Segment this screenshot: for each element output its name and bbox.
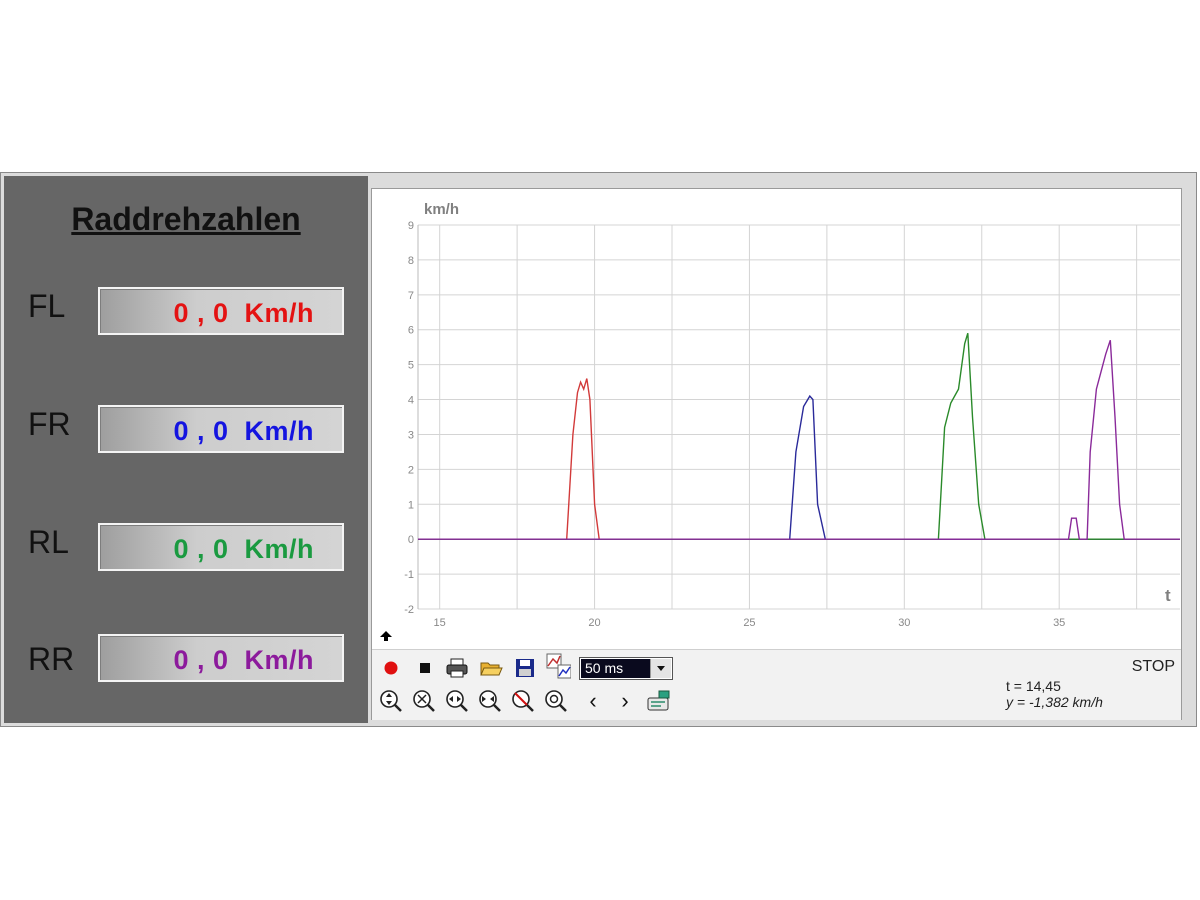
series-line-4 (418, 339, 1180, 540)
x-axis-label: t (1165, 586, 1171, 605)
wheel-display-fl: 0 , 0 Km/h (98, 287, 344, 335)
zoom-vertical-in-icon[interactable] (378, 688, 404, 714)
y-tick-label: 6 (408, 325, 414, 337)
y-tick-label: 5 (408, 360, 414, 372)
export-icon[interactable] (645, 688, 671, 714)
chart-grid (417, 224, 1180, 610)
open-folder-icon[interactable] (478, 655, 504, 681)
speed-chart[interactable]: -2 -1 0 1 2 3 4 5 6 7 8 9 15 20 25 30 35 km/h t (372, 189, 1181, 649)
scroll-left-icon[interactable]: ‹ (580, 688, 606, 714)
series-line-2 (418, 394, 1180, 540)
wheel-value-fr: 0 , 0 Km/h (173, 416, 314, 446)
wheel-display-fr: 0 , 0 Km/h (98, 405, 344, 453)
x-tick-label: 35 (1053, 617, 1065, 629)
wheel-label-fr: FR (28, 406, 71, 442)
zoom-horizontal-out-icon[interactable] (444, 688, 470, 714)
y-tick-label: 0 (408, 534, 414, 546)
cursor-readout: t = 14,45 y = -1,382 km/h (1006, 678, 1103, 710)
chart-ticks: -2 -1 0 1 2 3 4 5 6 7 8 9 15 20 25 30 35 (404, 220, 1065, 629)
chart-panel: -2 -1 0 1 2 3 4 5 6 7 8 9 15 20 25 30 35 km/h t (371, 188, 1182, 720)
wheel-display-rl: 0 , 0 Km/h (98, 523, 344, 571)
y-tick-label: 1 (408, 499, 414, 511)
wheel-display-rr: 0 , 0 Km/h (98, 634, 344, 682)
y-tick-label: -1 (404, 569, 414, 581)
y-tick-label: 9 (408, 220, 414, 232)
y-tick-label: 4 (408, 395, 414, 407)
wheel-label-rr: RR (28, 641, 75, 677)
x-tick-label: 30 (898, 617, 910, 629)
chart-series (418, 333, 1180, 540)
wheel-label-fl: FL (28, 288, 66, 324)
record-icon[interactable] (378, 655, 404, 681)
wheel-value-rr: 0 , 0 Km/h (173, 645, 314, 675)
stop-icon[interactable] (412, 655, 438, 681)
x-tick-label: 20 (588, 617, 600, 629)
chart-toolbar: 50 ms STOP ‹ › t = 14,45 y = -1,382 km/h (372, 649, 1181, 720)
save-icon[interactable] (512, 655, 538, 681)
interval-value: 50 ms (581, 659, 651, 678)
panel-title: Raddrehzahlen (71, 201, 301, 237)
chevron-down-icon[interactable] (650, 659, 671, 678)
readout-y: y = -1,382 km/h (1006, 694, 1103, 710)
zoom-reset-icon[interactable] (510, 688, 536, 714)
interval-select[interactable]: 50 ms (579, 657, 673, 680)
zoom-horizontal-in-icon[interactable] (411, 688, 437, 714)
x-tick-label: 15 (434, 617, 446, 629)
zoom-fit-icon[interactable] (543, 688, 569, 714)
zoom-out-icon[interactable] (477, 688, 503, 714)
x-tick-label: 25 (743, 617, 755, 629)
status-text: STOP (1131, 658, 1175, 675)
wheel-value-rl: 0 , 0 Km/h (173, 534, 314, 564)
series-line-1 (418, 378, 1180, 540)
print-icon[interactable] (444, 655, 470, 681)
y-tick-label: 8 (408, 255, 414, 267)
scroll-right-icon[interactable]: › (612, 688, 638, 714)
wheel-speed-panel: Raddrehzahlen FL 0 , 0 Km/h FR 0 , 0 Km/… (4, 176, 368, 723)
y-tick-label: 7 (408, 290, 414, 302)
readout-t: t = 14,45 (1006, 678, 1061, 694)
y-axis-label: km/h (424, 201, 459, 218)
chart-settings-icon[interactable] (545, 653, 571, 679)
wheel-label-rl: RL (28, 524, 69, 560)
wheel-value-fl: 0 , 0 Km/h (173, 298, 314, 328)
window-frame: Raddrehzahlen FL 0 , 0 Km/h FR 0 , 0 Km/… (0, 172, 1197, 727)
y-tick-label: 3 (408, 429, 414, 441)
cursor-marker-icon[interactable] (380, 631, 392, 641)
y-tick-label: 2 (408, 464, 414, 476)
y-tick-label: -2 (404, 604, 414, 616)
